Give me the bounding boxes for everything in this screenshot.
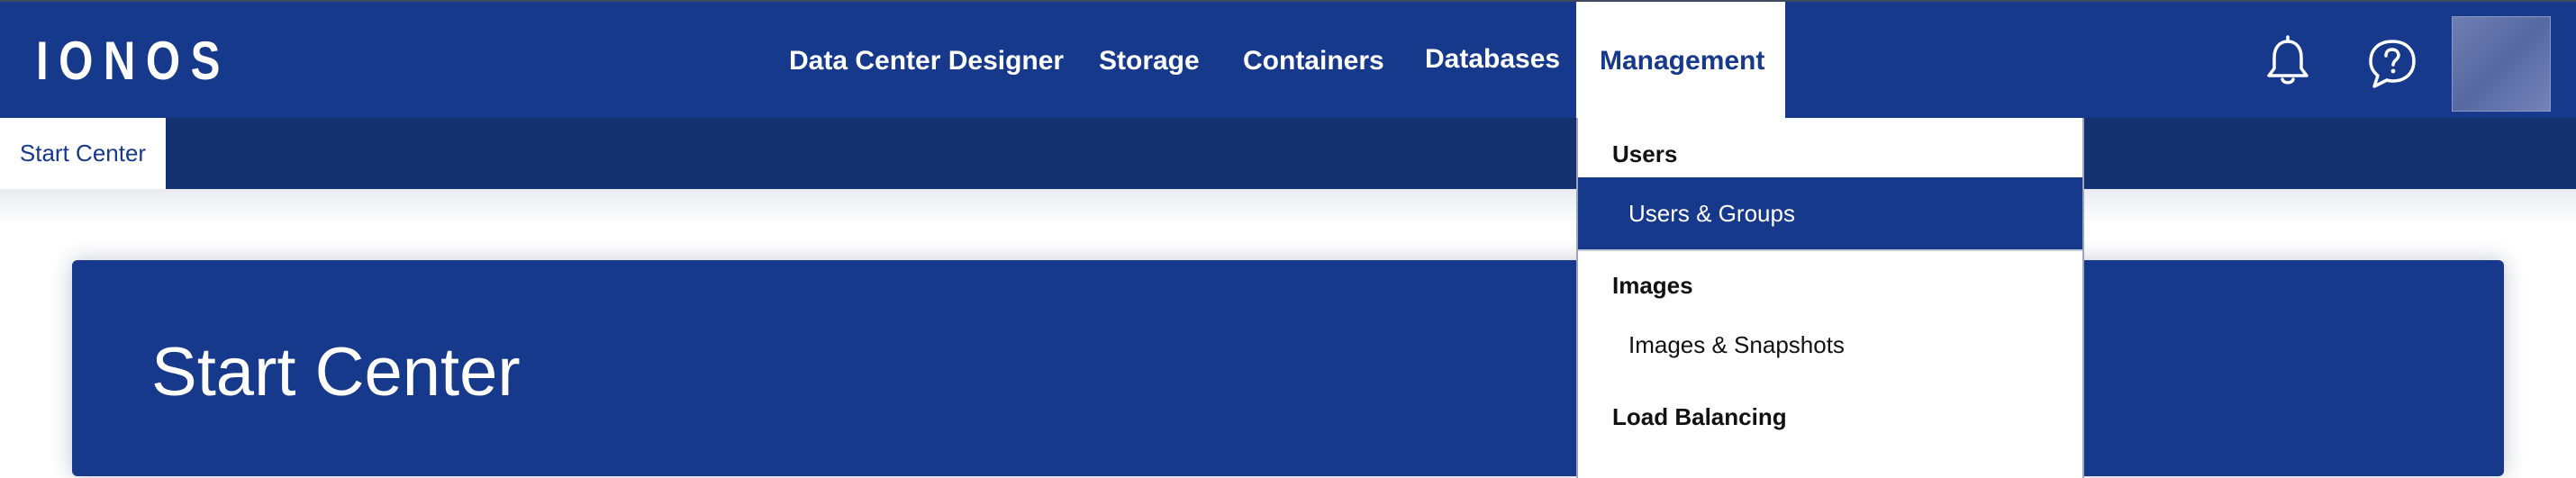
nav-data-center-designer[interactable]: Data Center Designer: [789, 41, 1064, 81]
ionos-logo[interactable]: IONOS: [36, 34, 231, 88]
page-title: Start Center: [151, 334, 521, 410]
start-center-banner: Start Center: [72, 260, 2504, 476]
tab-start-center[interactable]: Start Center: [0, 118, 166, 189]
nav-storage[interactable]: Storage: [1099, 41, 1200, 81]
secondary-navigation-bar: [0, 118, 2576, 189]
menu-divider: [1578, 249, 2082, 251]
bell-icon[interactable]: [2259, 34, 2317, 92]
nav-containers[interactable]: Containers: [1243, 41, 1384, 81]
menu-item-images-snapshots[interactable]: Images & Snapshots: [1578, 309, 2082, 381]
menu-section-load-balancing: Load Balancing: [1612, 403, 1787, 430]
top-navigation-bar: IONOS Data Center Designer Storage Conta…: [0, 0, 2576, 120]
user-avatar[interactable]: [2452, 16, 2551, 112]
content-shadow: [0, 189, 2576, 225]
menu-section-users: Users: [1612, 140, 1678, 167]
nav-management[interactable]: Management: [1600, 41, 1764, 81]
nav-databases[interactable]: Databases: [1425, 40, 1560, 79]
management-dropdown-menu: Users Users & Groups Images Images & Sna…: [1576, 118, 2084, 478]
menu-section-images: Images: [1612, 272, 1693, 299]
menu-item-users-groups[interactable]: Users & Groups: [1578, 177, 2082, 249]
help-chat-icon[interactable]: [2363, 34, 2421, 92]
